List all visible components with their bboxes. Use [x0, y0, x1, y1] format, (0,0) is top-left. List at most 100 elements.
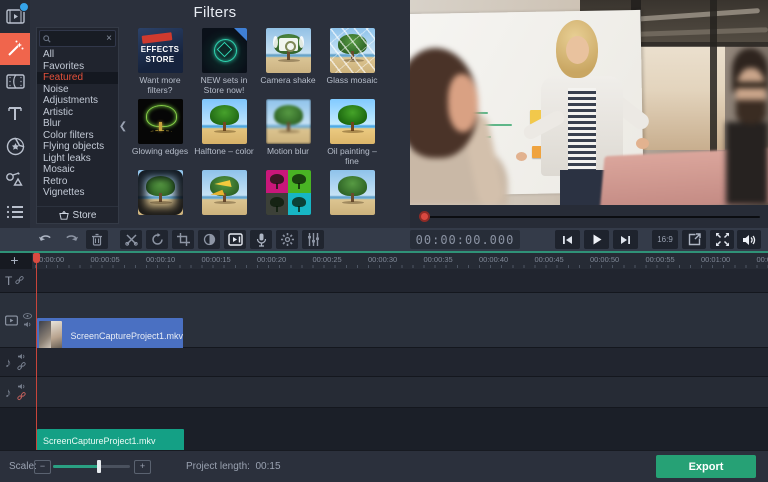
preview-seekbar[interactable]: [410, 205, 768, 228]
audio-track-2[interactable]: ♪: [0, 377, 768, 408]
filter-category-item[interactable]: Featured: [37, 72, 118, 84]
filter-tile-label: Want more filters?: [130, 76, 190, 95]
collapse-panel-chevron[interactable]: ❮: [118, 115, 128, 137]
filter-category-item[interactable]: Noise: [37, 84, 118, 96]
volume-button[interactable]: [737, 230, 761, 249]
sidebar-item-filters[interactable]: [0, 33, 30, 66]
audio-track-2-header: ♪: [0, 377, 32, 407]
play-button[interactable]: [584, 230, 609, 249]
record-voiceover-button[interactable]: [250, 230, 272, 249]
filter-category-item[interactable]: Blur: [37, 118, 118, 130]
link-icon[interactable]: [15, 276, 24, 285]
cut-button[interactable]: [120, 230, 142, 249]
sidebar-item-import[interactable]: [0, 0, 30, 33]
filter-category-item[interactable]: Adjustments: [37, 95, 118, 107]
add-track-button[interactable]: +: [6, 253, 23, 268]
fullscreen-button[interactable]: [710, 230, 734, 249]
speaker-icon[interactable]: [23, 321, 32, 328]
seek-track[interactable]: [426, 216, 760, 218]
track-controls-button[interactable]: [302, 230, 324, 249]
search-input[interactable]: [53, 33, 104, 45]
video-preview[interactable]: [410, 0, 768, 205]
next-frame-icon: [620, 235, 631, 245]
filter-tile[interactable]: EFFECTS STORE Want more filters?: [130, 28, 190, 99]
filter-tile[interactable]: [322, 170, 382, 228]
store-button[interactable]: Store: [37, 206, 118, 223]
zoom-out-button[interactable]: −: [34, 460, 51, 474]
scale-slider[interactable]: [53, 465, 130, 468]
list-menu-icon: [6, 205, 24, 219]
filter-category-item[interactable]: Color filters: [37, 130, 118, 142]
speaker-icon[interactable]: [17, 383, 26, 390]
filter-tile[interactable]: Glass mosaic: [322, 28, 382, 99]
filter-category-item[interactable]: Vignettes: [37, 187, 118, 199]
corner-ribbon: [234, 28, 247, 41]
share-button[interactable]: [682, 230, 706, 249]
crop-button[interactable]: [172, 230, 194, 249]
zoom-in-button[interactable]: +: [134, 460, 151, 474]
foreground-person-right: [726, 48, 768, 205]
filter-tile-label: Motion blur: [258, 147, 318, 157]
aspect-ratio-button[interactable]: 16:9: [652, 230, 678, 249]
redo-button[interactable]: [60, 230, 82, 249]
sidebar-item-transitions[interactable]: [0, 65, 30, 98]
previous-frame-button[interactable]: [555, 230, 580, 249]
audio-track-1[interactable]: ♪ ScreenCaptureProject1.mkv: [0, 348, 768, 377]
next-frame-button[interactable]: [613, 230, 638, 249]
callout-shapes-icon: [5, 170, 25, 188]
close-icon[interactable]: ×: [106, 34, 112, 44]
filter-tile[interactable]: Halftone – color: [194, 99, 254, 170]
filter-thumbnail: [330, 99, 375, 144]
foreground-person-left: [410, 40, 516, 205]
filter-tile[interactable]: [130, 170, 190, 228]
filter-categories-panel: × All Favorites Featured Noise Adjustmen…: [36, 27, 119, 224]
filter-tile[interactable]: Motion blur: [258, 99, 318, 170]
filter-category-item[interactable]: Light leaks: [37, 153, 118, 165]
filter-category-item[interactable]: Artistic: [37, 107, 118, 119]
record-link-icon[interactable]: [17, 392, 26, 401]
filter-category-item[interactable]: All: [37, 49, 118, 61]
filter-tile[interactable]: NEW sets in Store now!: [194, 28, 254, 99]
title-track[interactable]: T: [0, 269, 768, 293]
basket-icon: [59, 211, 69, 220]
video-track[interactable]: ScreenCaptureProject1.mkv: [0, 293, 768, 348]
color-adjustments-button[interactable]: [198, 230, 220, 249]
scale-slider-handle[interactable]: [97, 460, 101, 473]
scale-label: Scale:: [9, 461, 37, 472]
sidebar-item-titles[interactable]: [0, 98, 30, 131]
export-button[interactable]: Export: [656, 455, 756, 478]
clip-properties-button[interactable]: [224, 230, 246, 249]
sidebar-item-callouts[interactable]: [0, 163, 30, 196]
delete-button[interactable]: [86, 230, 108, 249]
link-icon[interactable]: [17, 362, 26, 371]
audio-clip[interactable]: ScreenCaptureProject1.mkv: [37, 429, 184, 452]
ruler-tick-label: 00:00:45: [535, 255, 564, 264]
filter-tile[interactable]: Camera shake: [258, 28, 318, 99]
filter-category-item[interactable]: Retro: [37, 176, 118, 188]
title-track-header: T: [0, 269, 32, 292]
speaker-icon[interactable]: [17, 353, 26, 360]
undo-button[interactable]: [34, 230, 56, 249]
filter-tile[interactable]: Glowing edges: [130, 99, 190, 170]
gear-icon: [281, 233, 294, 246]
timeline-ruler[interactable]: 00:00:0000:00:0500:00:1000:00:1500:00:20…: [32, 253, 768, 269]
playhead-handle[interactable]: [33, 253, 40, 263]
filter-category-item[interactable]: Mosaic: [37, 164, 118, 176]
filter-category-item[interactable]: Favorites: [37, 61, 118, 73]
panel-title: Filters: [30, 4, 400, 21]
sidebar-item-more-tools[interactable]: [0, 195, 30, 228]
rotate-button[interactable]: [146, 230, 168, 249]
settings-button[interactable]: [276, 230, 298, 249]
play-icon: [592, 234, 602, 245]
filter-tile[interactable]: Oil painting – fine: [322, 99, 382, 170]
ruler-tick-label: 00:00:30: [368, 255, 397, 264]
filter-tile[interactable]: [258, 170, 318, 228]
filter-search[interactable]: ×: [39, 30, 116, 47]
eye-icon[interactable]: [23, 313, 32, 319]
seek-handle[interactable]: [419, 211, 430, 222]
filter-tile-label: Glowing edges: [130, 147, 190, 157]
sidebar-item-stickers[interactable]: [0, 130, 30, 163]
filter-category-item[interactable]: Flying objects: [37, 141, 118, 153]
notification-badge: [19, 2, 29, 12]
filter-tile[interactable]: [194, 170, 254, 228]
